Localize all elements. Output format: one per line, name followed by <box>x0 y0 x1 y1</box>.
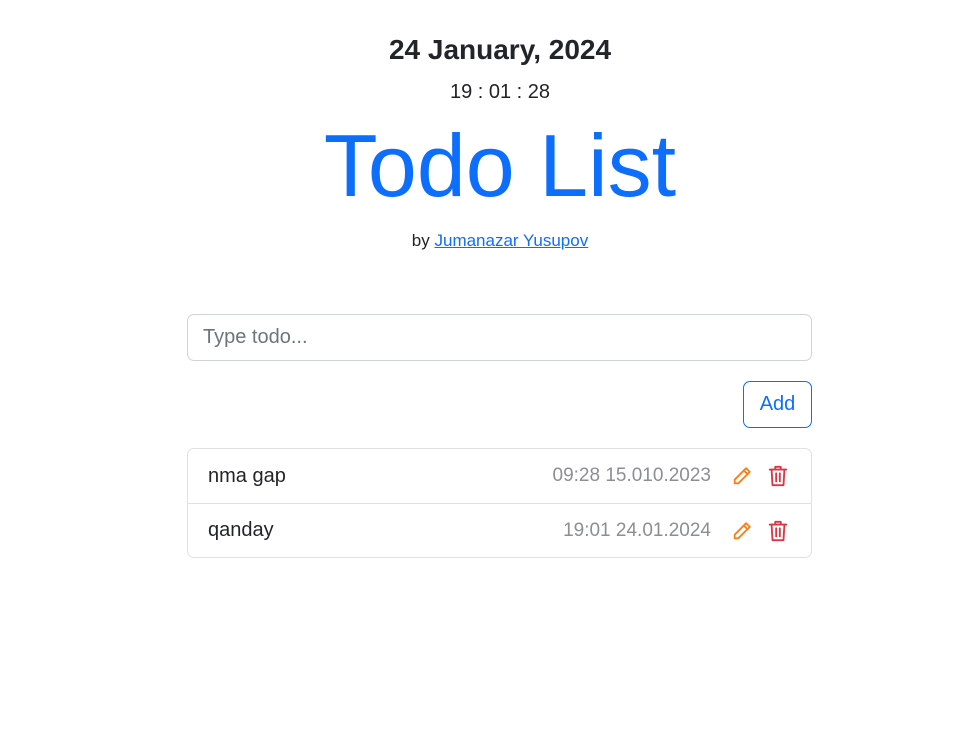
current-date: 24 January, 2024 <box>388 34 612 65</box>
todo-text: qanday <box>208 519 274 541</box>
todo-timestamp: 19:01 24.01.2024 <box>563 519 711 541</box>
todo-item: qanday 19:01 24.01.2024 <box>188 503 811 557</box>
byline-prefix: by <box>411 231 430 250</box>
current-time: 19 : 01 : 28 <box>449 81 551 103</box>
todo-list: nma gap 09:28 15.010.2023 qanday 19:01 2… <box>187 448 812 558</box>
add-button[interactable]: Add <box>743 381 812 428</box>
author-link[interactable]: Jumanazar Yusupov <box>434 231 588 250</box>
pencil-icon[interactable] <box>729 517 755 545</box>
page-title: Todo List <box>323 116 677 215</box>
byline: by Jumanazar Yusupov <box>0 230 973 252</box>
todo-input[interactable] <box>187 314 812 361</box>
todo-page: 24 January, 2024 19 : 01 : 28 Todo List … <box>0 0 973 735</box>
todo-item: nma gap 09:28 15.010.2023 <box>188 449 811 503</box>
todo-timestamp: 09:28 15.010.2023 <box>552 465 712 486</box>
pencil-icon[interactable] <box>729 462 755 490</box>
todo-text: nma gap <box>208 464 286 487</box>
trash-icon[interactable] <box>765 517 791 545</box>
trash-icon[interactable] <box>765 462 791 490</box>
